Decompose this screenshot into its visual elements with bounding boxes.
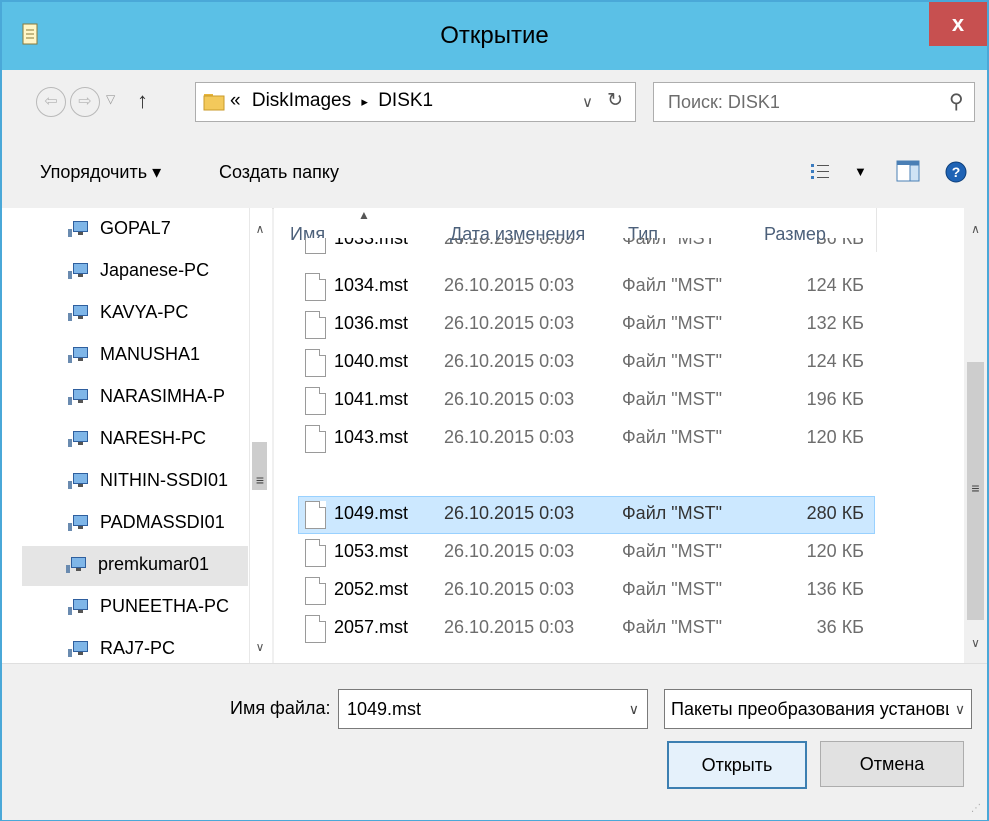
nav-item-nithin-ssdi01[interactable]: NITHIN-SSDI01 — [24, 462, 250, 502]
computer-icon — [68, 263, 88, 279]
table-row[interactable]: 1043.mst 26.10.2015 0:03 Файл "MST" 120 … — [274, 420, 964, 458]
sort-ascending-icon: ▲ — [358, 208, 370, 222]
file-icon — [305, 425, 326, 453]
computer-icon — [68, 473, 88, 489]
address-row: ⇦ ⇨ ▽ ↑ « DiskImages ▸ DISK1 ∨ ↻ Поиск: … — [2, 70, 987, 136]
nav-item-naresh-pc[interactable]: NARESH-PC — [24, 420, 250, 460]
close-button[interactable]: x — [929, 2, 987, 46]
filename-label: Имя файла: — [230, 698, 331, 718]
refresh-icon[interactable]: ↻ — [607, 89, 623, 112]
file-list: Имя ▲ Дата изменения Тип Размер 1033.mst… — [274, 208, 964, 663]
scroll-up-icon[interactable]: ∧ — [964, 222, 987, 236]
navigation-pane: GOPAL7 Japanese-PC KAVYA-PC MANUSHA1 NAR… — [2, 208, 272, 663]
table-row-selected[interactable]: 1049.mst 26.10.2015 0:03 Файл "MST" 280 … — [274, 496, 964, 534]
table-row[interactable]: 1036.mst 26.10.2015 0:03 Файл "MST" 132 … — [274, 306, 964, 344]
scroll-down-icon[interactable]: ∨ — [250, 640, 270, 654]
nav-item-kavya-pc[interactable]: KAVYA-PC — [24, 294, 250, 334]
folder-icon — [203, 94, 225, 111]
file-icon — [305, 615, 326, 643]
command-bar: Упорядочить ▾ Создать папку ▼ ? — [2, 136, 987, 209]
window-title: Открытие — [440, 22, 549, 49]
file-icon — [305, 577, 326, 605]
computer-icon — [68, 305, 88, 321]
chevron-down-icon[interactable]: ∨ — [949, 690, 971, 728]
nav-item-premkumar01[interactable]: premkumar01 — [22, 546, 248, 586]
breadcrumb: « DiskImages ▸ DISK1 — [230, 90, 433, 112]
breadcrumb-item[interactable]: DiskImages — [252, 90, 351, 111]
filename-value[interactable]: 1049.mst — [347, 699, 421, 720]
search-box[interactable]: Поиск: DISK1 ⚲ — [653, 82, 975, 122]
organize-button[interactable]: Упорядочить ▾ — [40, 162, 161, 183]
address-dropdown-icon[interactable]: ∨ — [582, 93, 593, 111]
back-arrow-icon: ⇦ — [44, 93, 58, 110]
table-row[interactable]: 1034.mst 26.10.2015 0:03 Файл "MST" 124 … — [274, 268, 964, 306]
nav-item-narasimha-p[interactable]: NARASIMHA-P — [24, 378, 250, 418]
recent-locations-chevron-icon[interactable]: ▽ — [106, 92, 115, 106]
computer-icon — [68, 599, 88, 615]
file-list-scrollbar[interactable]: ∧ ≡ ∨ — [964, 208, 987, 663]
computer-icon — [68, 515, 88, 531]
table-row[interactable]: 2057.mst 26.10.2015 0:03 Файл "MST" 36 К… — [274, 610, 964, 648]
resize-grip-icon[interactable]: ⋰ — [971, 803, 981, 814]
computer-icon — [66, 557, 86, 573]
file-icon — [305, 311, 326, 339]
nav-item-padmassdi01[interactable]: PADMASSDI01 — [24, 504, 250, 544]
file-icon — [305, 238, 326, 254]
back-button[interactable]: ⇦ — [36, 87, 66, 117]
table-row[interactable]: 1053.mst 26.10.2015 0:03 Файл "MST" 120 … — [274, 534, 964, 572]
open-file-dialog: Открытие x ⇦ ⇨ ▽ ↑ « DiskImages ▸ DISK1 … — [0, 0, 989, 821]
new-folder-button[interactable]: Создать папку — [219, 162, 339, 183]
file-icon — [305, 273, 326, 301]
grip-icon: ≡ — [971, 480, 980, 496]
svg-text:?: ? — [952, 164, 961, 180]
file-type-select[interactable]: Пакеты преобразования установщика ∨ — [664, 689, 972, 729]
breadcrumb-item[interactable]: DISK1 — [378, 90, 433, 111]
file-icon — [305, 501, 326, 529]
breadcrumb-separator[interactable]: ▸ — [361, 94, 368, 109]
nav-item-manusha1[interactable]: MANUSHA1 — [24, 336, 250, 376]
computer-icon — [68, 641, 88, 657]
forward-button[interactable]: ⇨ — [70, 87, 100, 117]
computer-icon — [68, 431, 88, 447]
up-arrow-icon[interactable]: ↑ — [137, 88, 148, 114]
file-icon — [305, 539, 326, 567]
computer-icon — [68, 389, 88, 405]
filename-field[interactable]: 1049.mst ∨ — [338, 689, 648, 729]
grip-icon: ≡ — [255, 472, 265, 488]
computer-icon — [68, 347, 88, 363]
search-input[interactable]: Поиск: DISK1 — [668, 92, 780, 113]
dialog-footer: Имя файла: 1049.mst ∨ Пакеты преобразова… — [2, 663, 987, 820]
scroll-up-icon[interactable]: ∧ — [250, 222, 270, 236]
forward-arrow-icon: ⇨ — [78, 93, 92, 110]
file-type-value: Пакеты преобразования установщика — [671, 699, 972, 719]
view-options-icon[interactable] — [810, 162, 832, 182]
chevron-down-icon[interactable]: ∨ — [629, 701, 639, 718]
cancel-button[interactable]: Отмена — [820, 741, 964, 787]
preview-pane-icon[interactable] — [896, 160, 920, 182]
nav-item-raj7-pc[interactable]: RAJ7-PC — [24, 630, 250, 663]
title-bar[interactable]: Открытие x — [2, 2, 987, 70]
nav-item-japanese-pc[interactable]: Japanese-PC — [24, 252, 250, 292]
file-icon — [305, 387, 326, 415]
breadcrumb-overflow[interactable]: « — [230, 90, 241, 111]
computer-icon — [68, 221, 88, 237]
file-icon — [305, 349, 326, 377]
table-row[interactable]: 1041.mst 26.10.2015 0:03 Файл "MST" 196 … — [274, 382, 964, 420]
navigation-scrollbar[interactable]: ∧ ≡ ∨ — [249, 208, 270, 663]
search-icon[interactable]: ⚲ — [949, 89, 964, 114]
view-dropdown-icon[interactable]: ▼ — [854, 164, 867, 179]
nav-item-gopal7[interactable]: GOPAL7 — [24, 210, 250, 250]
open-button[interactable]: Открыть — [667, 741, 807, 789]
help-icon[interactable]: ? — [944, 160, 968, 184]
address-bar[interactable]: « DiskImages ▸ DISK1 ∨ ↻ — [195, 82, 636, 122]
scroll-down-icon[interactable]: ∨ — [964, 636, 987, 650]
table-row[interactable]: 2052.mst 26.10.2015 0:03 Файл "MST" 136 … — [274, 572, 964, 610]
table-row[interactable]: 1040.mst 26.10.2015 0:03 Файл "MST" 124 … — [274, 344, 964, 382]
nav-item-puneetha-pc[interactable]: PUNEETHA-PC — [24, 588, 250, 628]
table-row[interactable]: 1033.mst 26.10.2015 0:03 Файл "MST" 36 К… — [274, 238, 964, 258]
